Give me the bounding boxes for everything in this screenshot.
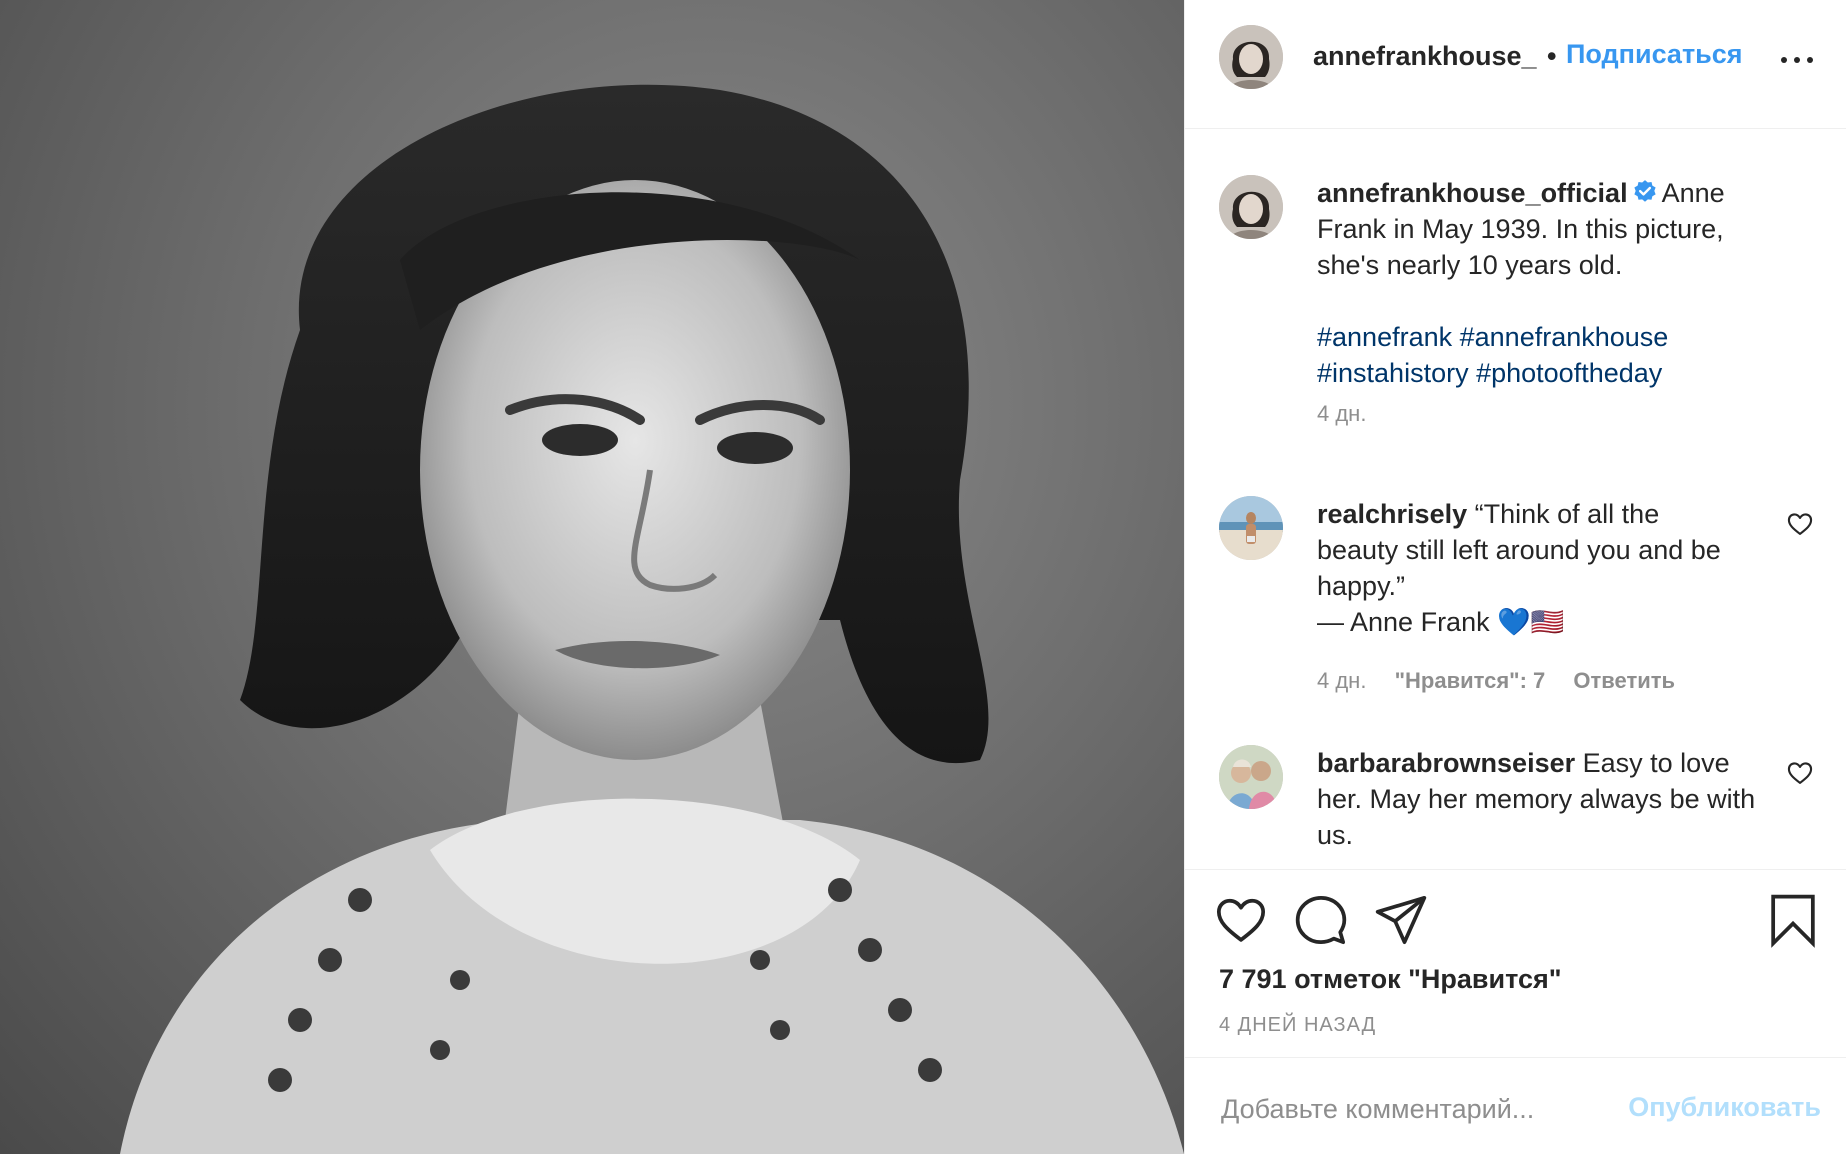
- comment-likes[interactable]: "Нравится": 7: [1395, 668, 1546, 693]
- author-avatar[interactable]: [1219, 25, 1283, 89]
- more-icon-dot: [1794, 57, 1800, 63]
- comment-like-heart-icon[interactable]: [1786, 510, 1814, 538]
- instagram-post-view: annefrankhouse_ • Подписаться annefrankh…: [0, 0, 1846, 1154]
- comment-like-heart-icon[interactable]: [1786, 759, 1814, 787]
- caption-text-block: annefrankhouse_official Anne Frank in May…: [1317, 175, 1757, 391]
- caption-time[interactable]: 4 дн.: [1317, 401, 1366, 426]
- avatar-group-photo-icon: [1219, 745, 1283, 809]
- likes-count[interactable]: 7 791 отметок "Нравится": [1219, 964, 1562, 995]
- commenter-avatar[interactable]: [1219, 496, 1283, 560]
- commenter-avatar[interactable]: [1219, 745, 1283, 809]
- bookmark-icon[interactable]: [1765, 892, 1821, 948]
- post-side-panel: annefrankhouse_ • Подписаться annefrankh…: [1184, 0, 1846, 1154]
- hashtag-link[interactable]: #instahistory: [1317, 358, 1469, 388]
- portrait-image: [120, 84, 1184, 1154]
- comment-text-line: happy.”: [1317, 571, 1406, 601]
- follow-button[interactable]: Подписаться: [1566, 39, 1743, 70]
- share-icon[interactable]: [1373, 892, 1429, 948]
- caption-username[interactable]: annefrankhouse_official: [1317, 178, 1628, 208]
- comment-compose: Опубликовать: [1185, 1057, 1846, 1155]
- avatar-portrait-icon: [1219, 25, 1283, 89]
- avatar-portrait-icon: [1219, 175, 1283, 239]
- more-icon-dot: [1807, 57, 1813, 63]
- comments-list[interactable]: annefrankhouse_official Anne Frank in May…: [1185, 129, 1846, 869]
- comment-text-block: barbarabrownseiser Easy to love her. May…: [1317, 745, 1757, 853]
- header-username[interactable]: annefrankhouse_: [1313, 41, 1537, 72]
- hashtag-link[interactable]: #annefrank: [1317, 322, 1452, 352]
- comment-text-line: — Anne Frank 💙🇺🇸: [1317, 607, 1565, 637]
- post-header: annefrankhouse_ • Подписаться: [1185, 0, 1846, 129]
- caption-meta: 4 дн.: [1317, 401, 1388, 427]
- comment-icon[interactable]: [1293, 892, 1349, 948]
- avatar-beach-icon: [1219, 496, 1283, 560]
- more-options-button[interactable]: [1775, 40, 1819, 80]
- reply-button[interactable]: Ответить: [1573, 668, 1675, 693]
- comment-text-line: beauty still left around you and be: [1317, 535, 1721, 565]
- post-photo[interactable]: [0, 0, 1184, 1154]
- hashtag-link[interactable]: #photooftheday: [1476, 358, 1662, 388]
- more-icon: [1781, 57, 1787, 63]
- comment-meta: 4 дн. "Нравится": 7 Ответить: [1317, 668, 1697, 694]
- comment-time[interactable]: 4 дн.: [1317, 668, 1366, 693]
- heart-icon[interactable]: [1213, 892, 1269, 948]
- header-separator: •: [1547, 41, 1557, 71]
- caption-avatar[interactable]: [1219, 175, 1283, 239]
- comment-input[interactable]: [1219, 1088, 1603, 1130]
- post-actions: 7 791 отметок "Нравится" 4 дней назад: [1185, 869, 1846, 1058]
- comment-text-block: realchrisely “Think of all the beauty st…: [1317, 496, 1757, 640]
- publish-button[interactable]: Опубликовать: [1625, 1092, 1821, 1123]
- verified-badge-icon: [1633, 180, 1656, 202]
- comment-username[interactable]: barbarabrownseiser: [1317, 748, 1575, 778]
- comment-username[interactable]: realchrisely: [1317, 499, 1467, 529]
- comment-text-line: “Think of all the: [1474, 499, 1660, 529]
- posted-time[interactable]: 4 дней назад: [1219, 1014, 1376, 1037]
- hashtag-link[interactable]: #annefrankhouse: [1460, 322, 1669, 352]
